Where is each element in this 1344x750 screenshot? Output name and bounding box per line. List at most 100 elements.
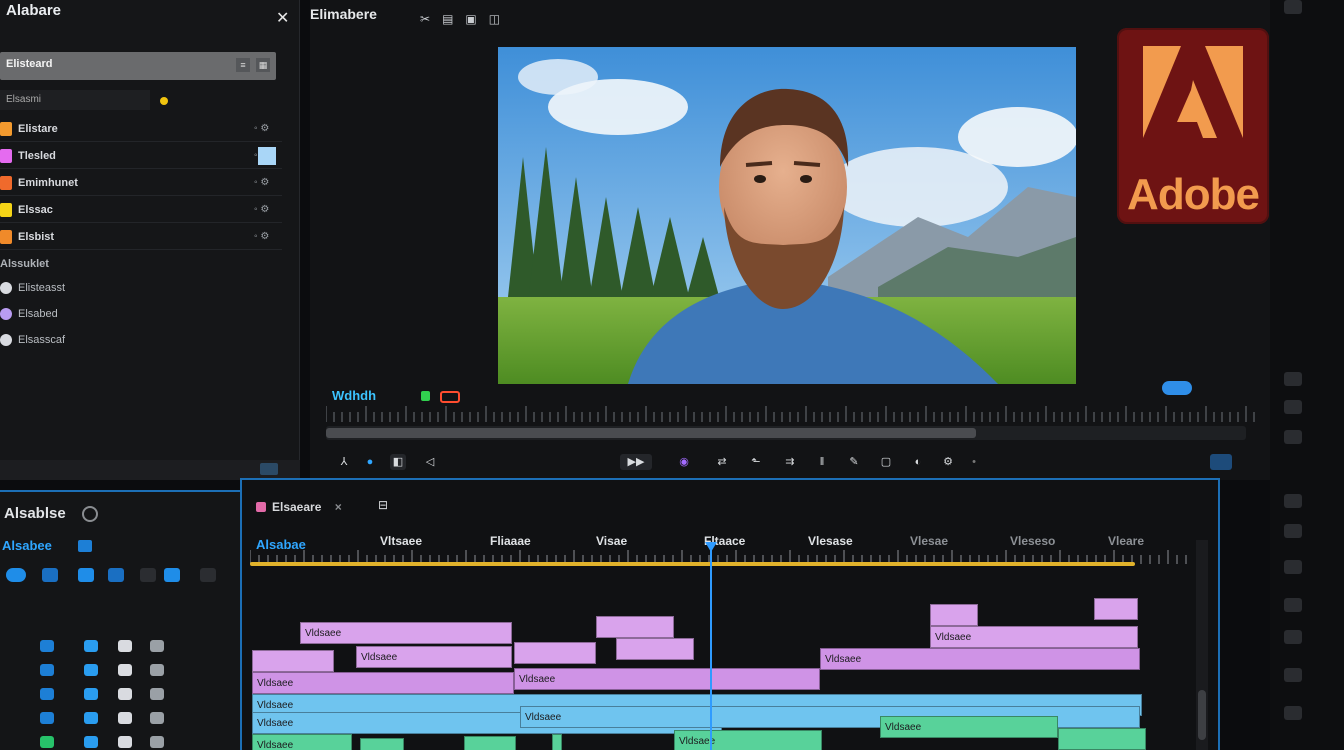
track-control-icon[interactable] — [118, 712, 132, 724]
type-tool-icon[interactable] — [200, 568, 216, 582]
bin-item[interactable]: Elssac ◦ ⚙ — [0, 197, 282, 223]
track-control-icon[interactable] — [84, 688, 98, 700]
timeline-clip[interactable]: Vldsaee — [252, 734, 352, 750]
media-item[interactable]: Elsabed — [0, 308, 58, 321]
timeline-clip[interactable] — [552, 734, 562, 750]
timeline-clip[interactable] — [1094, 598, 1138, 620]
folder-icon[interactable]: ▤ — [442, 12, 465, 26]
timeline-clip[interactable] — [1058, 728, 1146, 750]
settings-icon[interactable]: ✂ — [420, 12, 442, 26]
track-control-icon[interactable] — [40, 736, 54, 748]
playhead[interactable] — [710, 546, 712, 750]
bin-item[interactable]: Emimhunet ◦ ⚙ — [0, 170, 282, 196]
more-icon[interactable]: • — [966, 454, 982, 470]
step-back-icon[interactable]: ◁ — [422, 454, 438, 470]
pen-tool-icon[interactable] — [140, 568, 156, 582]
comparison-icon[interactable]: ◐ — [910, 454, 926, 470]
scrollbar-thumb[interactable] — [326, 428, 976, 438]
bin-options-icon[interactable]: ◦ ⚙ — [254, 177, 269, 188]
timeline-clip[interactable]: Vldsaee — [514, 668, 820, 690]
panel-button[interactable] — [1284, 0, 1302, 14]
close-icon[interactable]: ✕ — [276, 8, 289, 28]
lift-icon[interactable]: ⬑ — [748, 454, 764, 470]
bin-item[interactable]: Elistare ◦ ⚙ — [0, 116, 282, 142]
snap-icon[interactable] — [78, 540, 92, 552]
track-control-icon[interactable] — [84, 712, 98, 724]
timeline-clip[interactable] — [514, 642, 596, 664]
timeline-clip[interactable]: Vldsaee — [252, 672, 514, 694]
track-control-icon[interactable] — [150, 712, 164, 724]
go-to-in-icon[interactable]: ◧ — [390, 454, 406, 470]
bin-item[interactable]: Tlesled◦ ⚙ — [0, 143, 282, 169]
timeline-clip[interactable]: Vldsaee — [880, 716, 1058, 738]
timeline-clip[interactable]: Vldsaee — [674, 730, 822, 750]
track-control-icon[interactable] — [84, 736, 98, 748]
track-control-icon[interactable] — [40, 664, 54, 676]
panel-button[interactable] — [1284, 668, 1302, 682]
bin-options-icon[interactable]: ◦ ⚙ — [254, 123, 269, 134]
timeline-clip[interactable]: Vldsaee — [930, 626, 1138, 648]
close-icon[interactable]: × — [335, 500, 342, 514]
camera-icon[interactable]: ◫ — [489, 12, 512, 26]
hand-tool-icon[interactable] — [164, 568, 180, 582]
panel-button[interactable] — [1284, 630, 1302, 644]
filter-dropdown[interactable]: Elsasmi — [0, 90, 168, 110]
panel-button[interactable] — [1284, 400, 1302, 414]
slip-tool-icon[interactable] — [108, 568, 124, 582]
monitor-tab[interactable]: Elimabere — [310, 6, 377, 22]
track-control-icon[interactable] — [118, 688, 132, 700]
timeline-clip[interactable]: Vldsaee — [356, 646, 512, 668]
marker-icon[interactable] — [421, 391, 430, 401]
timeline-clip[interactable]: Vldsaee — [820, 648, 1140, 670]
razor-tool-icon[interactable] — [78, 568, 94, 582]
mark-out-icon[interactable]: ● — [362, 454, 378, 470]
timeline-clip[interactable]: Vldsaee — [300, 622, 512, 644]
bin-options-icon[interactable]: ◦ ⚙ — [254, 231, 269, 242]
panel-button[interactable] — [1284, 494, 1302, 508]
track-control-icon[interactable] — [84, 664, 98, 676]
export-frame-icon[interactable]: ▢ — [878, 454, 894, 470]
track-control-icon[interactable] — [150, 640, 164, 652]
track-control-icon[interactable] — [150, 688, 164, 700]
panel-button[interactable] — [1284, 706, 1302, 720]
thumbnail-icon[interactable] — [258, 147, 276, 165]
ripple-tool-icon[interactable] — [42, 568, 58, 582]
button-editor-icon[interactable] — [1210, 454, 1232, 470]
clock-icon[interactable] — [82, 506, 98, 522]
trim-icon[interactable]: ‖ — [814, 454, 830, 470]
panel-button[interactable] — [1284, 560, 1302, 574]
panel-button[interactable] — [1284, 372, 1302, 386]
track-control-icon[interactable] — [150, 664, 164, 676]
track-control-icon[interactable] — [40, 712, 54, 724]
selection-tool-icon[interactable] — [6, 568, 26, 582]
new-bin-icon[interactable] — [260, 463, 278, 475]
razor-icon[interactable]: ✎ — [846, 454, 862, 470]
monitor-time-ruler[interactable] — [326, 402, 1256, 422]
track-control-icon[interactable] — [40, 688, 54, 700]
export-icon[interactable]: ▣ — [465, 12, 488, 26]
timeline-clip[interactable] — [464, 736, 516, 750]
bin-item[interactable]: Elsbist ◦ ⚙ — [0, 224, 282, 250]
monitor-timecode[interactable]: Wdhdh — [332, 388, 376, 403]
sequence-menu-icon[interactable]: ⊟ — [378, 498, 388, 512]
list-view-icon[interactable]: ≡ — [236, 58, 250, 72]
search-input[interactable]: Elisteard ≡ ▦ — [0, 52, 276, 80]
media-item[interactable]: Elsasscaf — [0, 334, 65, 347]
panel-button[interactable] — [1284, 598, 1302, 612]
track-control-icon[interactable] — [84, 640, 98, 652]
video-preview[interactable] — [498, 47, 1076, 384]
extract-icon[interactable]: ⇉ — [782, 454, 798, 470]
media-item[interactable]: Elisteasst — [0, 282, 65, 295]
monitor-scrollbar[interactable] — [326, 426, 1246, 440]
timeline-subtitle[interactable]: Alsabee — [2, 538, 52, 553]
track-control-icon[interactable] — [150, 736, 164, 748]
overwrite-icon[interactable]: ⇄ — [714, 454, 730, 470]
timeline-panel-title[interactable]: Alsablse — [4, 505, 66, 522]
quality-toggle[interactable] — [1162, 381, 1192, 395]
track-control-icon[interactable] — [40, 640, 54, 652]
scrollbar-thumb[interactable] — [1198, 690, 1206, 740]
timeline-vertical-scrollbar[interactable] — [1196, 540, 1208, 750]
panel-button[interactable] — [1284, 524, 1302, 538]
track-control-icon[interactable] — [118, 640, 132, 652]
insert-icon[interactable]: ◉ — [676, 454, 692, 470]
